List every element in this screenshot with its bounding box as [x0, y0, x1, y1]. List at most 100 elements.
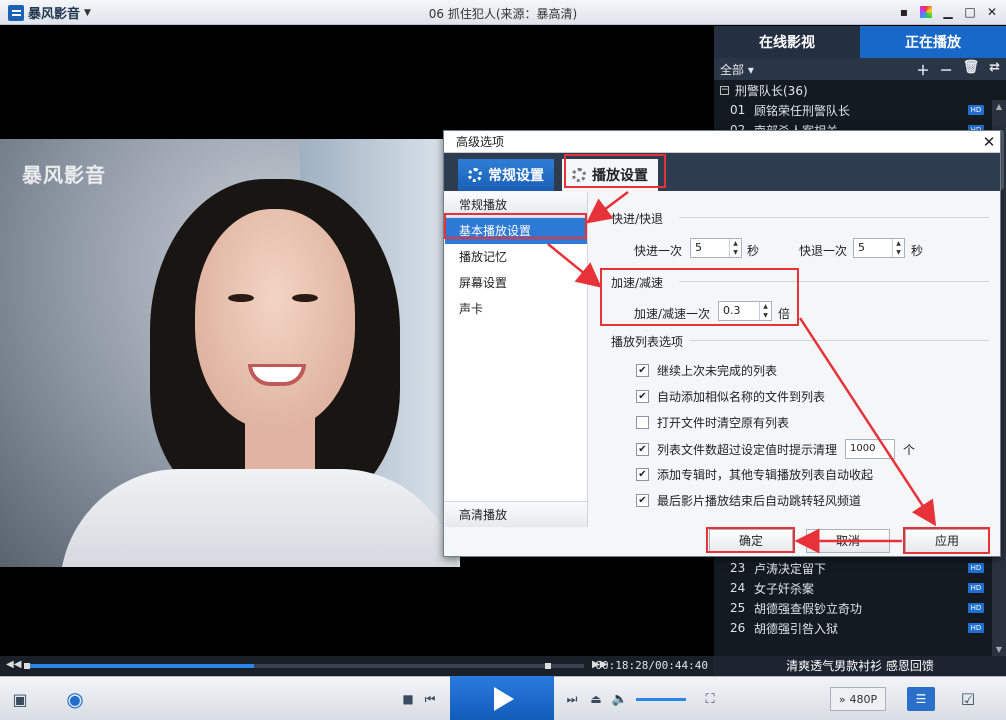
hd-badge: HD	[968, 603, 984, 613]
eye-icon[interactable]: ◉	[58, 687, 92, 711]
sidebar-item-basic-playback[interactable]: 基本播放设置	[445, 218, 587, 244]
sidebar-item-screen[interactable]: 屏幕设置	[445, 270, 587, 296]
tab-online-video[interactable]: 在线影视	[714, 26, 860, 58]
speed-stepper[interactable]: 0.3 ▲ ▼	[718, 301, 772, 321]
seek-track[interactable]	[24, 663, 584, 669]
scroll-up-icon[interactable]: ▲	[992, 100, 1006, 114]
dialog-title-bar: 高级选项 ✕	[444, 131, 1000, 153]
rewind-icon[interactable]: ◀◀	[6, 659, 21, 670]
next-icon[interactable]: ⏭	[560, 687, 584, 711]
tab-playback-settings[interactable]: 播放设置	[562, 159, 658, 191]
volume-icon[interactable]: 🔈	[608, 687, 632, 711]
section-playlist-title: 播放列表选项	[611, 335, 684, 349]
toolbox-icon[interactable]: ▣	[8, 687, 32, 711]
list-item[interactable]: 01 顾铭荣任刑警队长 HD	[714, 100, 1006, 120]
settings-sidebar: 常规播放 基本播放设置 播放记忆 屏幕设置 声卡 高清播放	[445, 192, 588, 527]
backward-stepper[interactable]: 5 ▲ ▼	[853, 238, 905, 258]
item-number: 24	[730, 581, 746, 595]
resolution-button[interactable]: » 480P	[830, 687, 886, 711]
playlist-group[interactable]: − 刑警队长(36)	[714, 80, 1006, 100]
video-watermark: 暴风影音	[22, 163, 106, 187]
playlist-toggle-button[interactable]: ☰	[907, 687, 935, 711]
previous-icon[interactable]: ⏮	[418, 687, 442, 711]
checkbox[interactable]: ✔	[636, 390, 649, 403]
settings-check-icon[interactable]: ☑	[956, 687, 980, 711]
list-item[interactable]: 24 女子奸杀案 HD	[714, 578, 1006, 598]
item-title: 卢涛决定留下	[754, 561, 827, 576]
option-label: 自动添加相似名称的文件到列表	[657, 390, 826, 404]
item-number: 26	[730, 621, 746, 635]
section-seek-title: 快进/快退	[611, 212, 664, 226]
tab-now-playing[interactable]: 正在播放	[860, 26, 1006, 58]
list-limit-input[interactable]: 1000	[845, 439, 896, 459]
option-label: 列表文件数超过设定值时提示清理	[657, 442, 838, 457]
stepper-arrows-icon[interactable]: ▲ ▼	[729, 239, 741, 257]
control-bar: ▣ ◉ ■ ⏮ ⏭ ⏏ 🔈 ⛶ » 480P ☰ ☑	[0, 676, 1006, 720]
gear-icon	[468, 168, 482, 182]
loop-mode-icon[interactable]: ⇄	[989, 60, 1000, 79]
section-speed-title: 加速/减速	[611, 276, 664, 290]
checkbox[interactable]: ✔	[636, 494, 649, 507]
stop-icon[interactable]: ■	[396, 687, 420, 711]
option-continue-list[interactable]: ✔ 继续上次未完成的列表	[636, 362, 777, 379]
forward-stepper[interactable]: 5 ▲ ▼	[690, 238, 742, 258]
list-item[interactable]: 23 卢涛决定留下 HD	[714, 558, 1006, 578]
limit-unit: 个	[903, 442, 916, 457]
maximize-button[interactable]: □	[960, 3, 980, 21]
sidebar-group-playback[interactable]: 常规播放	[445, 192, 587, 218]
option-label: 继续上次未完成的列表	[657, 364, 778, 378]
option-label: 添加专辑时，其他专辑播放列表自动收起	[657, 468, 874, 482]
tab-general-settings[interactable]: 常规设置	[458, 159, 554, 191]
option-collapse-albums[interactable]: ✔ 添加专辑时，其他专辑播放列表自动收起	[636, 466, 873, 483]
collapse-icon: −	[720, 84, 729, 95]
close-icon[interactable]: ✕	[978, 131, 1000, 153]
remove-icon[interactable]: －	[940, 60, 953, 79]
item-title: 胡德强引咎入狱	[754, 621, 839, 636]
scroll-down-icon[interactable]: ▼	[992, 643, 1006, 657]
minimize-button[interactable]: ▁	[938, 3, 958, 21]
add-icon[interactable]: ＋	[917, 60, 930, 79]
title-bar: 暴风影音 ▼ 06 抓住犯人(来源：暴高清) ▪ ▁ □ ✕	[0, 0, 1006, 25]
option-auto-add-similar[interactable]: ✔ 自动添加相似名称的文件到列表	[636, 388, 825, 405]
option-jump-channel[interactable]: ✔ 最后影片播放结束后自动跳转轻风频道	[636, 492, 861, 509]
filter-label: 全部	[720, 62, 745, 77]
option-clear-on-open[interactable]: 打开文件时清空原有列表	[636, 414, 789, 431]
item-title: 胡德强查假钞立奇功	[754, 601, 863, 616]
item-title: 女子奸杀案	[754, 581, 815, 596]
trash-icon[interactable]: 🗑	[963, 60, 980, 79]
close-button[interactable]: ✕	[982, 3, 1002, 21]
list-item[interactable]: 26 胡德强引咎入狱 HD	[714, 618, 1006, 638]
double-chevron-icon: »	[838, 692, 846, 706]
cancel-button[interactable]: 取消	[806, 529, 890, 553]
sidebar-item-soundcard[interactable]: 声卡	[445, 296, 587, 322]
play-button[interactable]	[450, 676, 554, 720]
backward-label: 快退一次	[799, 244, 848, 258]
seek-marker[interactable]	[545, 663, 551, 669]
checkbox[interactable]: ✔	[636, 364, 649, 377]
ok-button[interactable]: 确定	[709, 529, 793, 553]
ad-banner[interactable]: 清爽透气男款衬衫 感恩回馈	[714, 656, 1006, 676]
skin-button[interactable]	[916, 3, 936, 21]
seconds-unit: 秒	[747, 244, 760, 258]
checkbox[interactable]	[636, 416, 649, 429]
item-title: 顾铭荣任刑警队长	[754, 103, 851, 118]
sidebar-item-playback-memory[interactable]: 播放记忆	[445, 244, 587, 270]
volume-slider[interactable]	[636, 698, 686, 701]
list-item[interactable]: 25 胡德强查假钞立奇功 HD	[714, 598, 1006, 618]
seconds-unit: 秒	[911, 244, 924, 258]
option-cleanup-prompt[interactable]: ✔ 列表文件数超过设定值时提示清理 1000 个	[636, 439, 915, 459]
stepper-arrows-icon[interactable]: ▲ ▼	[892, 239, 904, 257]
stepper-arrows-icon[interactable]: ▲ ▼	[759, 302, 771, 320]
eject-icon[interactable]: ⏏	[584, 687, 608, 711]
playlist-filter[interactable]: 全部 ▾	[720, 61, 754, 78]
option-label: 打开文件时清空原有列表	[657, 416, 790, 430]
fullscreen-icon[interactable]: ⛶	[698, 687, 722, 711]
list-icon: ☰	[915, 692, 927, 706]
hd-badge: HD	[968, 563, 984, 573]
sidebar-group-hd[interactable]: 高清播放	[445, 501, 587, 527]
seek-bar: ◀◀ ▶▶ 00:18:28/00:44:40	[0, 656, 714, 676]
apply-button[interactable]: 应用	[905, 529, 989, 553]
checkbox[interactable]: ✔	[636, 468, 649, 481]
message-button[interactable]: ▪	[894, 3, 914, 21]
checkbox[interactable]: ✔	[636, 442, 649, 456]
